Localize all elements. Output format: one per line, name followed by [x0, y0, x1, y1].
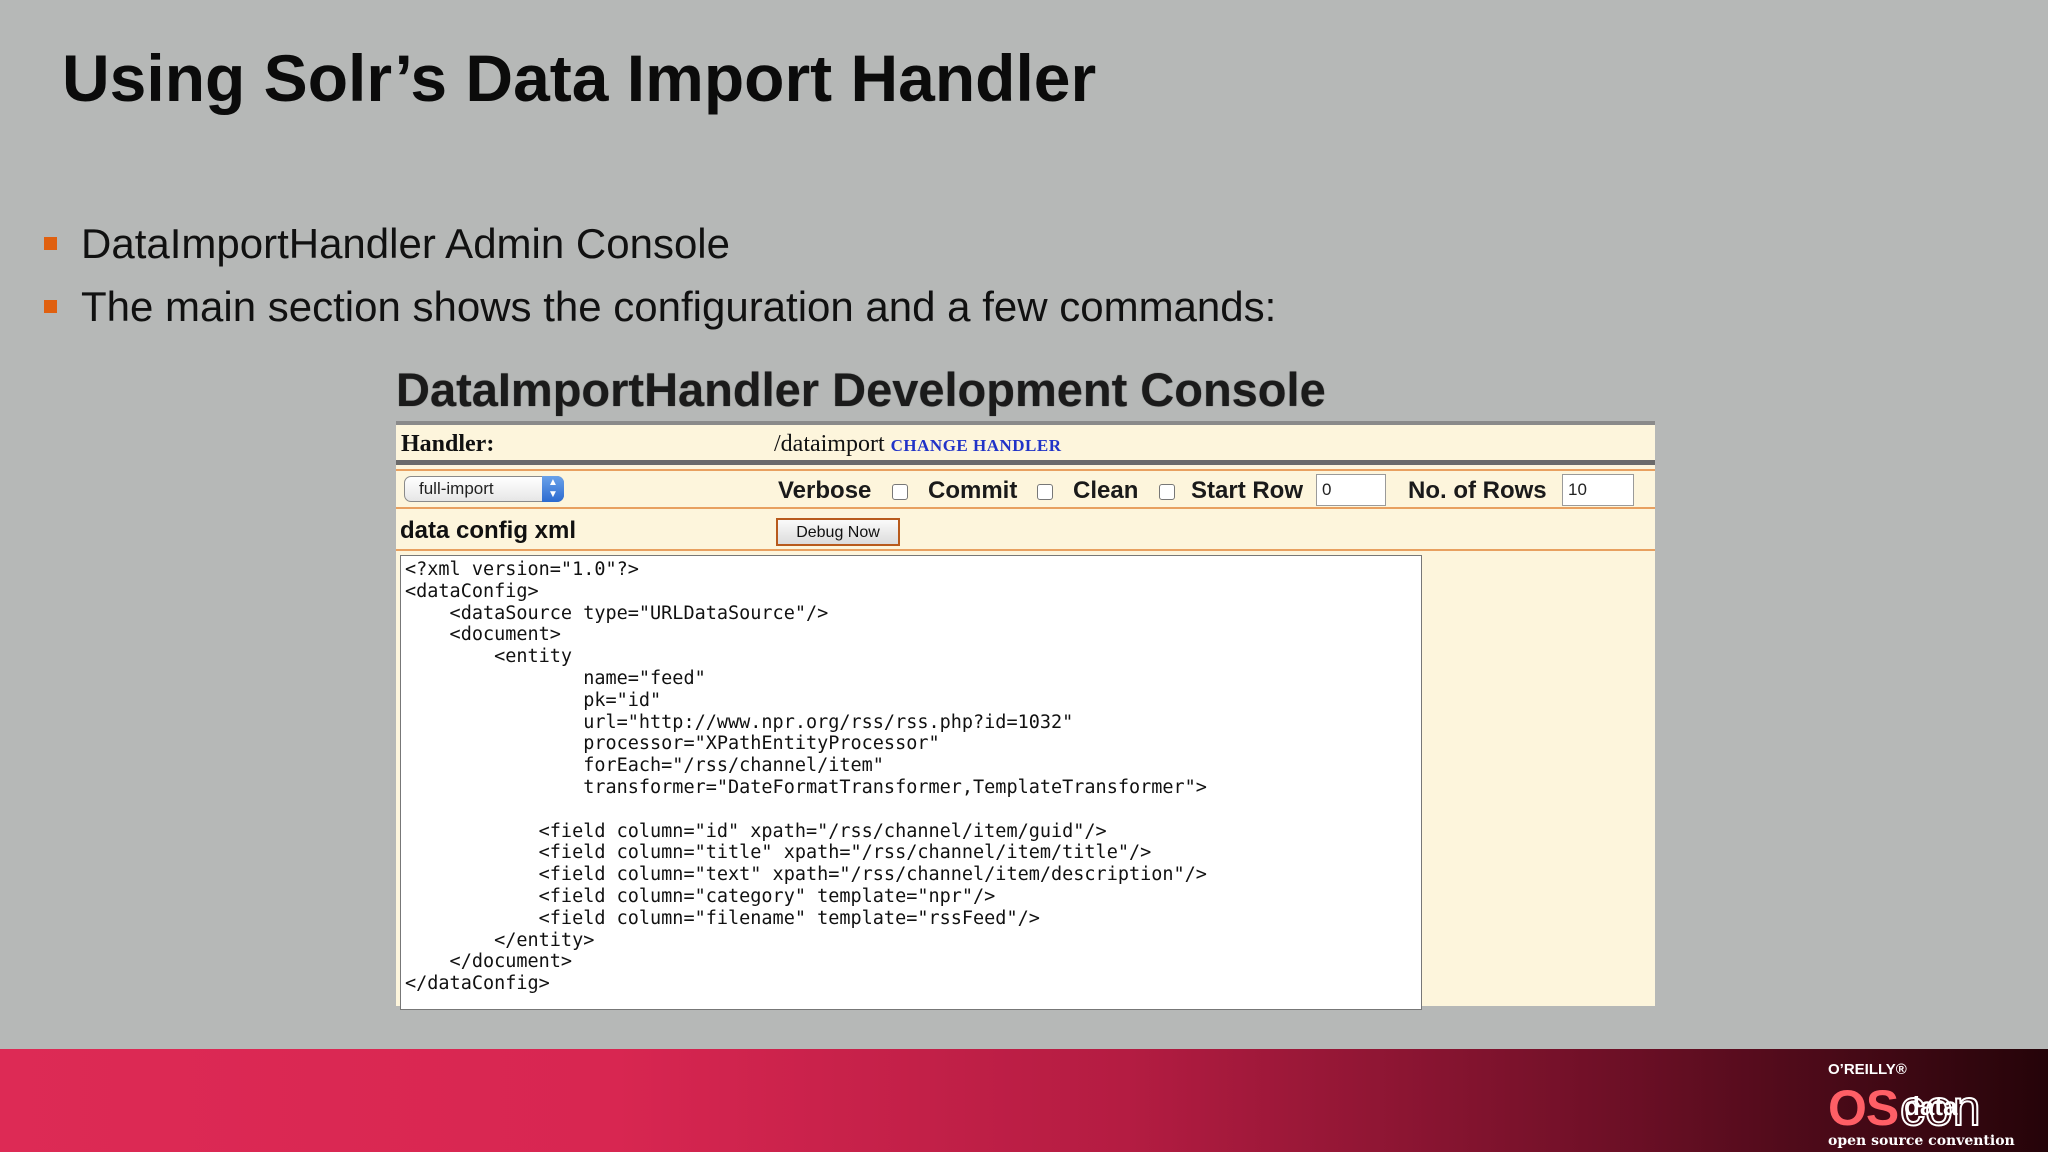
commit-checkbox[interactable] — [1037, 484, 1053, 500]
controls-row: full-import ▲ ▼ Verbose Commit Clean Star… — [396, 469, 1655, 509]
command-select[interactable]: full-import ▲ ▼ — [404, 476, 564, 502]
config-row: data config xml Debug Now — [396, 511, 1655, 551]
command-select-value: full-import — [419, 479, 494, 498]
logo-tagline: open source convention — [1828, 1133, 2015, 1149]
handler-path-text: /dataimport — [774, 431, 885, 457]
start-row-label: Start Row — [1191, 477, 1304, 504]
clean-checkbox[interactable] — [1159, 484, 1175, 500]
square-bullet-icon — [44, 237, 57, 250]
slide-title: Using Solr’s Data Import Handler — [62, 41, 1097, 115]
config-label: data config xml — [400, 517, 577, 544]
bullet-list: DataImportHandler Admin Console The main… — [44, 212, 1276, 338]
bullet-text: DataImportHandler Admin Console — [81, 219, 730, 267]
console-screenshot: DataImportHandler Development Console Ha… — [396, 362, 1655, 1010]
start-row-input[interactable] — [1316, 474, 1386, 506]
console-panel: Handler: /dataimport CHANGE HANDLER full-… — [396, 421, 1655, 1010]
select-arrows-icon: ▲ ▼ — [542, 476, 564, 502]
handler-row: Handler: /dataimport CHANGE HANDLER — [396, 425, 1655, 465]
logo-data: data — [1904, 1091, 1958, 1121]
verbose-label: Verbose — [778, 477, 872, 504]
bullet-item: DataImportHandler Admin Console — [44, 212, 1276, 275]
debug-now-button[interactable]: Debug Now — [776, 518, 900, 546]
verbose-checkbox[interactable] — [892, 484, 908, 500]
bullet-item: The main section shows the configuration… — [44, 275, 1276, 338]
bullet-text: The main section shows the configuration… — [81, 282, 1277, 330]
rows-input[interactable] — [1562, 474, 1634, 506]
console-title: DataImportHandler Development Console — [396, 363, 1326, 416]
change-handler-link[interactable]: CHANGE HANDLER — [891, 436, 1062, 455]
logo-os: OS — [1828, 1080, 1899, 1136]
square-bullet-icon — [44, 300, 57, 313]
footer-bar: O’REILLY® OS con data open source conven… — [0, 1049, 2048, 1152]
handler-label: Handler: — [401, 431, 495, 457]
oscon-logo: O’REILLY® OS con data open source conven… — [1828, 1061, 2018, 1151]
config-xml-textarea[interactable]: <?xml version="1.0"?> <dataConfig> <data… — [400, 555, 1422, 1010]
clean-label: Clean — [1073, 477, 1139, 504]
commit-label: Commit — [928, 477, 1018, 504]
logo-oreilly: O’REILLY® — [1828, 1061, 1907, 1078]
rows-label: No. of Rows — [1408, 477, 1547, 504]
handler-path: /dataimport CHANGE HANDLER — [774, 431, 1062, 458]
